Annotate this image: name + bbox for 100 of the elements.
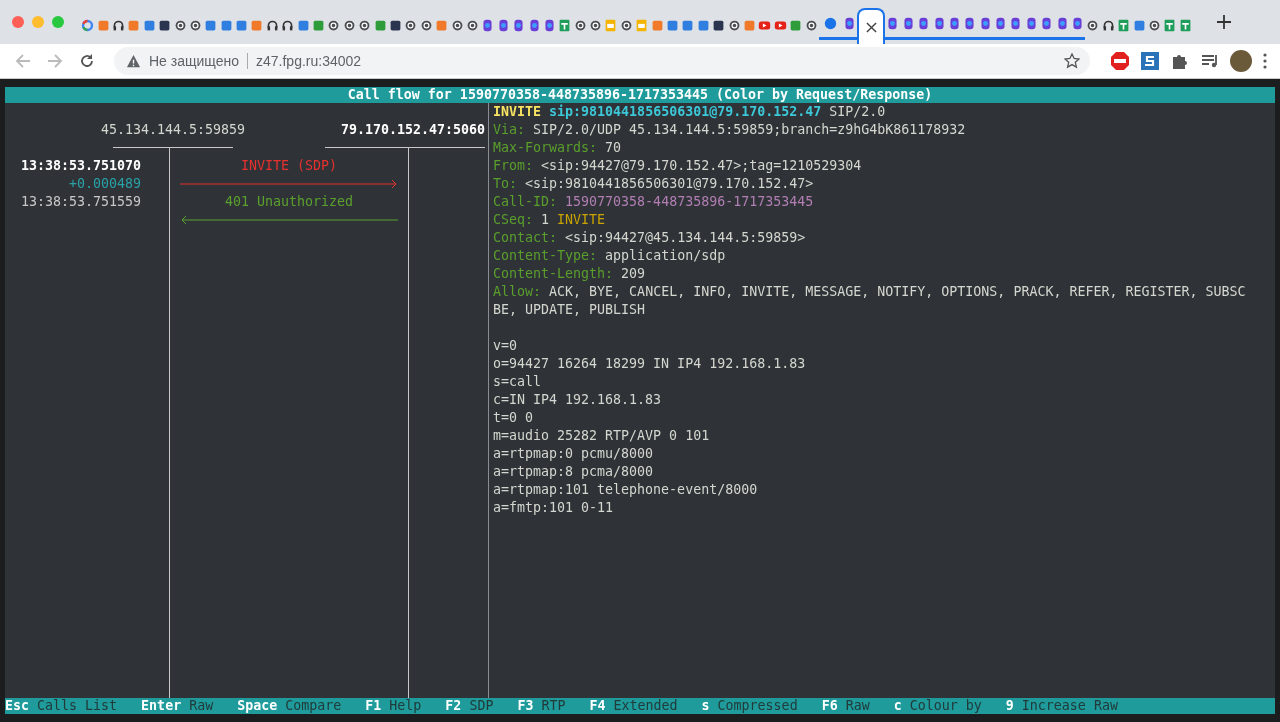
swirl-icon — [358, 18, 372, 32]
swirl-icon — [465, 18, 479, 32]
pill-icon — [994, 17, 1008, 30]
swirl-icon — [589, 18, 603, 32]
sip-line: Contact: <sip:94427@45.134.144.5:59859> — [493, 229, 807, 247]
pill-icon — [542, 18, 556, 32]
dot-icon — [823, 17, 837, 30]
sip-line: INVITE sip:9810441856506301@79.170.152.47 SIP/2.0 — [493, 103, 887, 121]
swirl-icon — [804, 18, 818, 32]
time-delta: +0.000489 — [68, 176, 141, 191]
address-bar[interactable]: Не защищено z47.fpg.ru:34002 — [114, 47, 1090, 75]
sip-line: Allow: ACK, BYE, CANCEL, INFO, INVITE, MESSAGE, NOTIFY, OPTIONS, PRACK, REFER, REGISTER, SUBSC — [493, 283, 1247, 301]
square-icon — [204, 18, 218, 32]
swirl-icon — [419, 18, 433, 32]
s-square-icon[interactable] — [1140, 51, 1160, 71]
sheet-icon — [1163, 18, 1177, 32]
square-icon — [389, 18, 402, 32]
menu-icon[interactable] — [1262, 51, 1268, 71]
swirl-icon — [450, 18, 464, 32]
sip-line: m=audio 25282 RTP/AVP 0 101 — [493, 427, 711, 445]
pill-icon — [1071, 17, 1084, 30]
star-icon[interactable] — [1064, 53, 1080, 69]
square-icon — [96, 18, 110, 32]
swirl-icon — [1147, 18, 1161, 32]
square-icon — [681, 18, 695, 32]
ring-icon — [81, 18, 95, 32]
profile-avatar[interactable] — [1230, 50, 1252, 72]
swirl-icon — [188, 18, 202, 32]
pill-icon — [978, 17, 992, 30]
pill-icon — [1040, 17, 1054, 30]
swirl-icon — [727, 18, 741, 32]
reload-icon[interactable] — [79, 53, 95, 69]
shortcut-hint[interactable]: F2 SDP — [445, 698, 494, 714]
shortcut-hint[interactable]: F3 RTP — [517, 698, 566, 714]
play-icon — [758, 18, 772, 32]
sip-line: a=fmtp:101 0-11 — [493, 499, 615, 517]
square-icon — [312, 18, 326, 32]
sip-line: t=0 0 — [493, 409, 535, 427]
host-address: 45.134.144.5:59859 — [100, 121, 246, 139]
sip-line: c=IN IP4 192.168.1.83 — [493, 391, 663, 409]
square-icon — [235, 18, 249, 32]
swirl-icon — [1086, 18, 1100, 32]
shortcut-hint[interactable]: 9 Increase Raw — [1005, 698, 1118, 714]
headphones-icon — [265, 18, 279, 32]
plus-icon[interactable] — [1216, 15, 1231, 29]
pill-icon — [481, 18, 495, 32]
sip-line: CSeq: 1 INVITE — [493, 211, 607, 229]
window-title: Call flow for 1590770358-448735896-1717353445 (Color by Request/Response) — [5, 87, 1275, 103]
sip-line: BE, UPDATE, PUBLISH — [493, 301, 647, 319]
pill-icon — [512, 18, 526, 32]
sip-line: Call-ID: 1590770358-448735896-1717353445 — [493, 193, 815, 211]
square-icon — [158, 18, 172, 32]
close-icon[interactable] — [865, 21, 877, 33]
slide-icon — [635, 18, 649, 32]
square-icon — [712, 18, 726, 32]
square-icon — [1132, 18, 1146, 32]
pill-icon — [947, 17, 961, 30]
square-icon — [696, 18, 710, 32]
square-icon — [666, 18, 680, 32]
sheet-icon — [1117, 18, 1131, 32]
sip-line: a=rtpmap:0 pcmu/8000 — [493, 445, 655, 463]
url-text: z47.fpg.ru:34002 — [256, 53, 363, 69]
security-label: Не защищено — [149, 53, 239, 69]
shortcut-hint[interactable]: F6 Raw — [821, 698, 870, 714]
square-icon — [789, 18, 803, 32]
shortcut-hint[interactable]: F1 Help — [365, 698, 422, 714]
host-address: 79.170.152.47:5060 — [340, 121, 485, 139]
sip-line: From: <sip:94427@79.170.152.47>;tag=1210529304 — [493, 157, 863, 175]
sip-line: a=rtpmap:101 telephone-event/8000 — [493, 481, 759, 499]
shortcut-hint[interactable]: Esc Calls List — [5, 698, 118, 714]
slide-icon — [604, 18, 618, 32]
swirl-icon — [327, 18, 341, 32]
play-icon — [773, 18, 787, 32]
browser-tab[interactable] — [857, 8, 886, 44]
sip-line: o=94427 16264 18299 IN IP4 192.168.1.83 — [493, 355, 807, 373]
message-label[interactable]: 401 Unauthorized — [224, 193, 354, 211]
message-label[interactable]: INVITE (SDP) — [240, 157, 338, 175]
headphones-icon — [1101, 18, 1115, 32]
swirl-icon — [619, 18, 633, 32]
square-icon — [127, 18, 141, 32]
pill-icon — [901, 17, 915, 30]
sip-line: Content-Length: 209 — [493, 265, 647, 283]
pill-icon — [1055, 17, 1069, 30]
swirl-icon — [342, 18, 356, 32]
shortcut-hint[interactable]: c Colour by — [893, 698, 982, 714]
pill-icon — [963, 17, 977, 30]
sheet-icon — [558, 18, 572, 32]
sip-line: Via: SIP/2.0/UDP 45.134.144.5:59859;branch=z9hG4bK861178932 — [493, 121, 967, 139]
shortcut-hint[interactable]: Space Compare — [237, 698, 342, 714]
square-icon — [373, 18, 387, 32]
pill-icon — [1024, 17, 1038, 30]
shortcut-hint[interactable]: F4 Extended — [589, 698, 678, 714]
swirl-icon — [404, 18, 418, 32]
shortcut-hint[interactable]: s Compressed — [701, 698, 798, 714]
shortcut-hint[interactable]: Enter Raw — [141, 698, 214, 714]
pill-icon — [496, 18, 510, 32]
sheet-icon — [1178, 18, 1192, 32]
pill-icon — [842, 17, 856, 30]
stop-sign-icon[interactable] — [1110, 51, 1130, 71]
square-icon — [743, 18, 756, 32]
